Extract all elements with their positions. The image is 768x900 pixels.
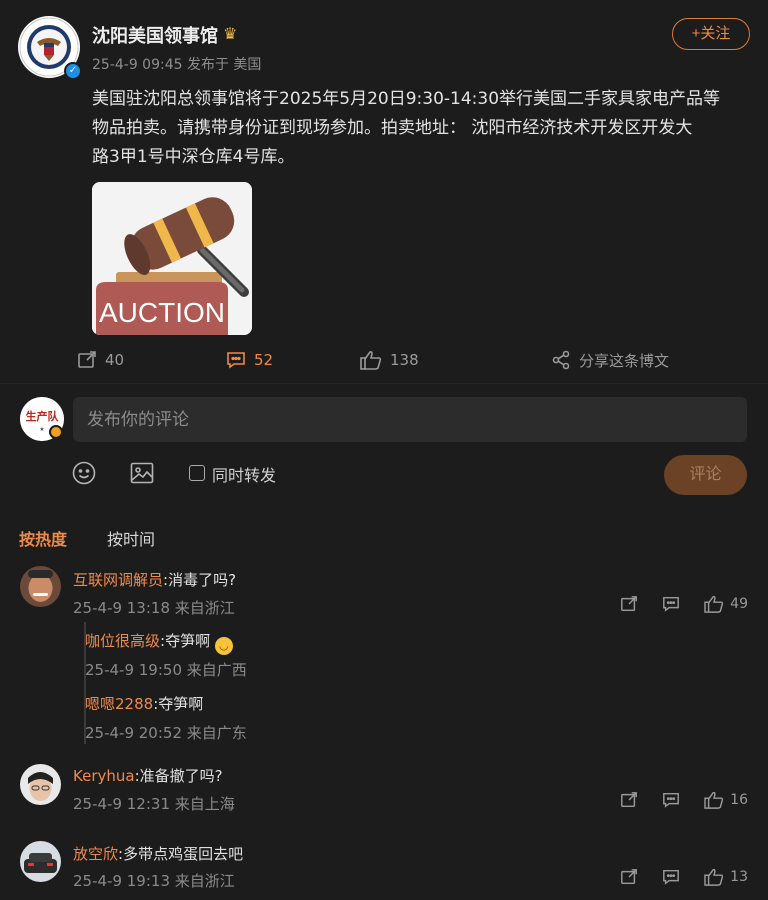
comment-like-count: 16 <box>730 792 748 808</box>
reply-username[interactable]: 咖位很高级 <box>85 632 160 650</box>
comment-reply-button[interactable] <box>662 868 686 886</box>
reply-text: 咖位很高级:夺笋啊 ◡ <box>85 630 233 655</box>
repost-icon <box>621 596 638 612</box>
comment-reply-button[interactable] <box>662 595 686 613</box>
comment-body: :准备撤了吗? <box>134 767 223 785</box>
repost-icon <box>621 869 638 885</box>
share-button[interactable]: 分享这条博文 <box>551 345 669 375</box>
comment-repost-button[interactable] <box>620 595 644 613</box>
repost-label: 同时转发 <box>212 466 277 485</box>
comment-repost-button[interactable] <box>620 868 644 886</box>
follow-button[interactable]: +关注 <box>672 18 750 50</box>
comment-meta: 25-4-9 13:18 来自浙江 <box>73 599 235 617</box>
thumbs-up-icon <box>704 791 724 809</box>
comment-username[interactable]: Keryhua <box>73 767 135 785</box>
repost-icon <box>621 792 638 808</box>
comment-text: 放空欣:多带点鸡蛋回去吧 <box>73 843 243 864</box>
comment-meta: 25-4-9 12:31 来自上海 <box>73 795 235 813</box>
emoji-icon[interactable] <box>71 460 97 486</box>
crown-icon: ♛ <box>223 24 238 43</box>
post-text-line: 物品拍卖。请携带身份证到现场参加。拍卖地址： 沈阳市经济技术开发区开发大 <box>92 118 693 138</box>
auction-image[interactable]: AUCTION <box>92 182 252 335</box>
post-text-line: 美国驻沈阳总领事馆将于2025年5月20日9:30-14:30举行美国二手家具家… <box>92 89 721 109</box>
comment-actions: 13 <box>602 868 748 886</box>
post-location: 发布于 美国 <box>186 57 262 73</box>
author-name[interactable]: 沈阳美国领事馆 <box>92 22 218 48</box>
thumbs-up-icon <box>704 868 724 886</box>
comment-meta: 25-4-9 19:13 来自浙江 <box>73 872 235 890</box>
repost-icon <box>78 351 96 368</box>
share-label: 分享这条博文 <box>579 351 670 370</box>
comment-actions: 16 <box>602 791 748 809</box>
comment-body: :消毒了吗? <box>163 571 237 589</box>
comment-repost-button[interactable] <box>620 791 644 809</box>
my-avatar-text: 生产队 <box>26 409 60 423</box>
submit-comment-button[interactable]: 评论 <box>664 455 747 495</box>
post-action-bar: 40 52 138 分享这条博文 <box>0 345 768 375</box>
comment-like-button[interactable]: 49 <box>704 595 748 613</box>
post-header: ✓ 沈阳美国领事馆 ♛ 25-4-9 09:45 发布于 美国 +关注 <box>18 16 750 86</box>
reply-text: 嗯嗯2288:夺笋啊 <box>85 693 203 714</box>
like-count: 138 <box>390 351 419 369</box>
comment-like-button[interactable]: 16 <box>704 791 748 809</box>
thumbs-up-icon <box>704 595 724 613</box>
repost-checkbox[interactable] <box>189 465 205 481</box>
comment-like-count: 49 <box>730 596 748 612</box>
like-button[interactable]: 138 <box>360 345 419 375</box>
reply-meta: 25-4-9 19:50 来自广西 <box>85 661 247 679</box>
svg-text:★: ★ <box>39 426 44 433</box>
verified-badge-icon: ✓ <box>64 62 82 80</box>
comment-like-button[interactable]: 13 <box>704 868 748 886</box>
reply-body: :夺笋啊 <box>153 695 204 713</box>
commenter-avatar[interactable] <box>20 841 61 882</box>
post-body: 美国驻沈阳总领事馆将于2025年5月20日9:30-14:30举行美国二手家具家… <box>92 85 752 172</box>
repost-count: 40 <box>105 351 125 369</box>
comment-username[interactable]: 互联网调解员 <box>73 571 163 589</box>
post-date: 25-4-9 09:45 <box>92 57 183 73</box>
comment-text: 互联网调解员:消毒了吗? <box>73 569 236 590</box>
comment-button[interactable]: 52 <box>226 345 273 375</box>
repost-button[interactable]: 40 <box>77 345 124 375</box>
auction-caption: AUCTION <box>99 297 225 328</box>
thumbs-up-icon <box>360 350 382 370</box>
post-meta: 25-4-9 09:45 发布于 美国 <box>92 54 261 74</box>
comment-input[interactable] <box>73 397 747 442</box>
commenter-avatar[interactable] <box>20 566 61 607</box>
comment-icon <box>227 352 245 369</box>
laughing-emoji-icon: ◡ <box>214 637 233 655</box>
image-upload-icon[interactable] <box>129 460 155 486</box>
comment-count: 52 <box>254 351 274 369</box>
comment-username[interactable]: 放空欣 <box>73 845 118 863</box>
post-text-line: 路3甲1号中深仓库4号库。 <box>92 147 295 167</box>
comment-icon <box>663 869 680 885</box>
comment-reply-button[interactable] <box>662 791 686 809</box>
comment-like-count: 13 <box>730 869 748 885</box>
comment-icon <box>663 596 680 612</box>
reply-username[interactable]: 嗯嗯2288 <box>85 695 153 713</box>
comment-actions: 49 <box>602 595 748 613</box>
comment-text: Keryhua:准备撤了吗? <box>73 765 223 786</box>
divider <box>0 383 768 384</box>
tab-sort-by-time[interactable]: 按时间 <box>107 526 155 550</box>
tab-sort-by-hot[interactable]: 按热度 <box>19 526 67 550</box>
reply-body: :夺笋啊 <box>160 632 211 650</box>
share-icon <box>552 350 570 370</box>
comment-body: :多带点鸡蛋回去吧 <box>118 845 244 863</box>
commenter-avatar[interactable] <box>20 764 61 805</box>
reply-meta: 25-4-9 20:52 来自广东 <box>85 724 247 742</box>
member-badge-icon <box>49 425 63 439</box>
comment-icon <box>663 792 680 808</box>
